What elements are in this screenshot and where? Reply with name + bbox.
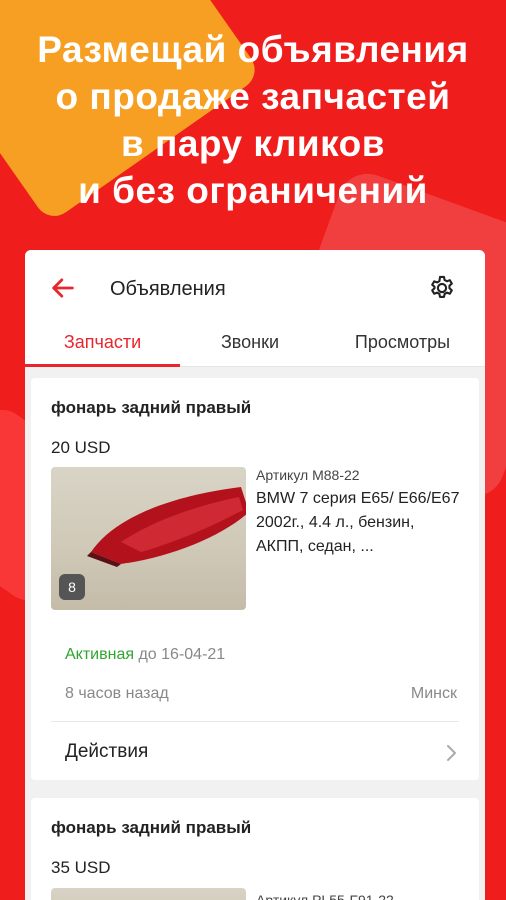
status-until: до 16-04-21 <box>138 646 226 663</box>
page-title: Объявления <box>110 278 226 300</box>
photo-count-badge: 8 <box>59 574 85 600</box>
listing-price: 20 USD <box>51 438 111 457</box>
divider <box>51 721 459 722</box>
app-screen: Объявления Запчасти Звонки Просмотры фон… <box>25 250 485 900</box>
posted-time: 8 часов назад <box>65 685 169 702</box>
listing-price: 35 USD <box>51 858 111 877</box>
listing-photo[interactable]: 8 <box>51 467 246 610</box>
listing-card[interactable]: фонарь задний правый 35 USD Артикул PL55… <box>31 798 479 900</box>
listing-title: фонарь задний правый <box>51 398 252 417</box>
tab-label: Запчасти <box>63 331 142 352</box>
tab-label: Просмотры <box>354 331 451 352</box>
arrow-left-icon[interactable] <box>49 274 77 302</box>
promo-line: и без ограничений <box>78 170 428 211</box>
tab-calls[interactable]: Звонки <box>180 318 320 366</box>
status-badge: Активная <box>65 646 135 663</box>
tab-label: Звонки <box>220 331 280 352</box>
listing-title: фонарь задний правый <box>51 818 252 837</box>
actions-button[interactable]: Действия <box>65 741 148 763</box>
promo-line: Размещай объявления <box>37 29 469 70</box>
chevron-right-icon[interactable] <box>443 743 459 763</box>
tab-views[interactable]: Просмотры <box>320 318 485 366</box>
city: Минск <box>410 685 457 702</box>
listing-card[interactable]: фонарь задний правый 20 USD 8 Артикул М8… <box>31 378 479 780</box>
promo-line: в пару кликов <box>120 123 386 164</box>
tab-parts[interactable]: Запчасти <box>25 318 180 367</box>
listing-photo[interactable] <box>51 888 246 900</box>
listing-description: BMW 7 серия E65/ E66/E67 2002г., 4.4 л.,… <box>256 490 460 555</box>
active-tab-indicator <box>25 364 180 367</box>
status-line: Активная до 16-04-21 <box>65 646 225 664</box>
tail-light-image <box>87 487 246 567</box>
app-bar: Объявления Запчасти Звонки Просмотры <box>25 250 485 367</box>
promo-headline: Размещай объявления о продаже запчастей … <box>0 26 506 214</box>
article-number: Артикул PL55-F91-22 <box>256 892 394 900</box>
gear-icon[interactable] <box>428 274 456 302</box>
article-number: Артикул М88-22 <box>256 467 360 483</box>
promo-line: о продаже запчастей <box>55 76 451 117</box>
listing-meta: Артикул М88-22 BMW 7 серия E65/ E66/E67 … <box>256 467 461 559</box>
tab-bar: Запчасти Звонки Просмотры <box>25 318 485 367</box>
